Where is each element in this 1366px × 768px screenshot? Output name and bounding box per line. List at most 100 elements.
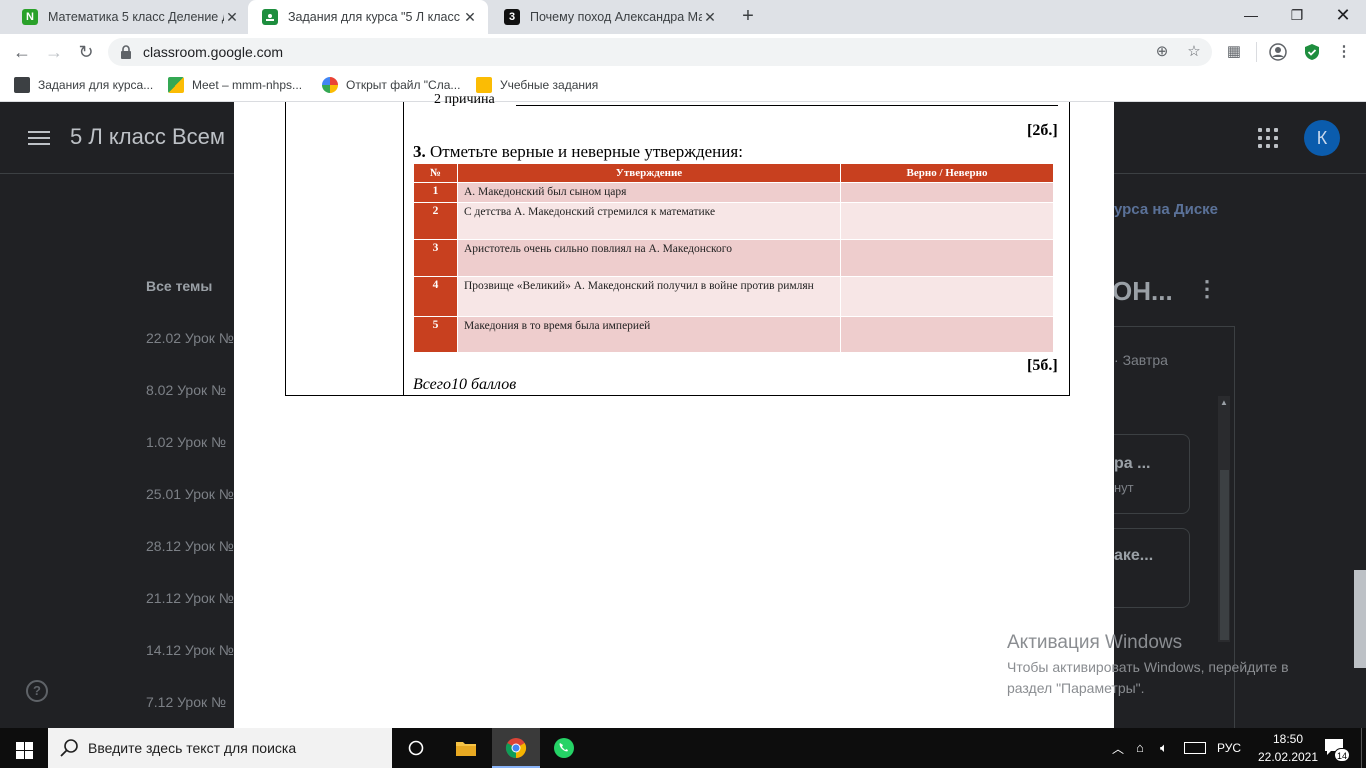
network-icon[interactable]: ⌂ bbox=[1136, 740, 1144, 755]
topic-item[interactable]: 25.01 Урок № bbox=[146, 486, 234, 502]
topic-item[interactable]: 14.12 Урок № bbox=[146, 642, 234, 658]
menu-icon[interactable] bbox=[28, 128, 50, 148]
tray-chevron-icon[interactable]: ︿ bbox=[1112, 740, 1124, 757]
row-number: 2 bbox=[413, 202, 458, 240]
bookmark-label: Meet – mmm-nhps... bbox=[192, 78, 303, 92]
close-window-button[interactable]: ✕ bbox=[1320, 0, 1366, 30]
help-icon[interactable]: ? bbox=[26, 680, 48, 702]
close-icon[interactable]: ✕ bbox=[224, 9, 240, 26]
back-button[interactable]: ← bbox=[10, 41, 34, 63]
tab-favicon: N bbox=[22, 9, 38, 25]
zoom-icon[interactable]: ⊕ bbox=[1152, 43, 1172, 61]
drive-folder-link[interactable]: урса на Диске bbox=[1114, 201, 1218, 218]
points-label: [2б.] bbox=[1027, 122, 1058, 139]
bookmark-label: Задания для курса... bbox=[38, 78, 154, 92]
activation-watermark-text: Чтобы активировать Windows, перейдите в … bbox=[1007, 659, 1289, 696]
scroll-up-icon[interactable]: ▲ bbox=[1219, 398, 1229, 407]
table-row: 2 С детства А. Македонский стремился к м… bbox=[413, 202, 1054, 240]
bookmark-label: Открыт файл "Сла... bbox=[346, 78, 461, 92]
more-vert-icon[interactable]: ⋮ bbox=[1196, 278, 1218, 300]
row-answer-cell bbox=[840, 182, 1054, 203]
show-desktop-button[interactable] bbox=[1361, 728, 1366, 768]
forward-button[interactable]: → bbox=[42, 41, 66, 63]
lock-icon[interactable] bbox=[120, 45, 132, 59]
upcoming-card-title: ра ... bbox=[1114, 455, 1151, 472]
course-title[interactable]: 5 Л класс Всем bbox=[70, 124, 225, 150]
upcoming-card[interactable] bbox=[1114, 528, 1190, 608]
table-header-row: № Утверждение Верно / Неверно bbox=[413, 163, 1054, 183]
row-number: 5 bbox=[413, 316, 458, 353]
topic-item[interactable]: 7.12 Урок № bbox=[146, 694, 226, 710]
upcoming-card-sub: нут bbox=[1114, 480, 1134, 495]
topic-item[interactable]: 8.02 Урок № bbox=[146, 382, 226, 398]
due-tomorrow-label: · Завтра bbox=[1114, 352, 1168, 368]
topic-item[interactable]: 1.02 Урок № bbox=[146, 434, 226, 450]
apps-grid-icon[interactable] bbox=[1258, 128, 1278, 148]
row-answer-cell bbox=[840, 239, 1054, 277]
row-statement: Македония в то время была империей bbox=[457, 316, 841, 353]
tab-math[interactable]: N Математика 5 класс Деление де ✕ bbox=[8, 0, 250, 34]
bookmark-item[interactable]: Задания для курса... bbox=[14, 77, 153, 93]
avatar[interactable]: К bbox=[1304, 120, 1340, 156]
assignment-heading: ОН... bbox=[1112, 276, 1173, 306]
upcoming-card[interactable] bbox=[1114, 434, 1190, 514]
clock-time[interactable]: 18:50 bbox=[1258, 732, 1318, 746]
extension-icon[interactable]: ▦ bbox=[1224, 43, 1244, 61]
tab-favicon: 3 bbox=[504, 9, 520, 25]
bookmark-star-icon[interactable]: ☆ bbox=[1184, 43, 1204, 61]
clock-date[interactable]: 22.02.2021 bbox=[1248, 750, 1328, 764]
question-text: Отметьте верные и неверные утверждения: bbox=[430, 142, 743, 161]
minimize-button[interactable]: — bbox=[1228, 0, 1274, 30]
tab-classroom[interactable]: Задания для курса "5 Л класс Вс ✕ bbox=[248, 0, 488, 34]
col-header-number: № bbox=[413, 163, 458, 183]
topic-item[interactable]: 22.02 Урок № bbox=[146, 330, 234, 346]
cut-off-line-text: 2 причина bbox=[434, 92, 495, 107]
question-title: 3. Отметьте верные и неверные утверждени… bbox=[413, 142, 743, 162]
windows-start-icon[interactable] bbox=[0, 728, 48, 768]
menu-dots-icon[interactable]: ⋮ bbox=[1334, 43, 1354, 61]
tab-title: Математика 5 класс Деление де bbox=[48, 10, 224, 24]
points-label: [5б.] bbox=[1027, 357, 1058, 374]
all-topics-link[interactable]: Все темы bbox=[146, 278, 212, 294]
file-explorer-icon[interactable] bbox=[442, 728, 490, 768]
whatsapp-icon[interactable] bbox=[540, 728, 588, 768]
close-icon[interactable]: ✕ bbox=[462, 9, 478, 26]
col-header-statement: Утверждение bbox=[457, 163, 841, 183]
meet-icon bbox=[168, 77, 184, 93]
page-scrollbar-thumb[interactable] bbox=[1354, 570, 1366, 668]
answer-line bbox=[516, 105, 1058, 106]
row-statement: С детства А. Македонский стремился к мат… bbox=[457, 202, 841, 240]
shield-extension-icon[interactable] bbox=[1302, 43, 1322, 61]
bookmark-item[interactable]: Учебные задания bbox=[476, 77, 598, 93]
toolbar-divider bbox=[1256, 42, 1257, 62]
panel-scroll-thumb[interactable] bbox=[1220, 470, 1229, 640]
topic-item[interactable]: 28.12 Урок № bbox=[146, 538, 234, 554]
row-number: 4 bbox=[413, 276, 458, 317]
row-number: 1 bbox=[413, 182, 458, 203]
row-statement: Прозвище «Великий» А. Македонский получи… bbox=[457, 276, 841, 317]
task-view-icon[interactable] bbox=[392, 728, 440, 768]
close-icon[interactable]: ✕ bbox=[702, 9, 718, 26]
due-tomorrow-text: Завтра bbox=[1122, 352, 1168, 368]
chrome-taskbar-icon[interactable] bbox=[492, 728, 540, 768]
row-answer-cell bbox=[840, 316, 1054, 353]
bookmark-item[interactable]: Meet – mmm-nhps... bbox=[168, 77, 302, 93]
restore-button[interactable]: ❐ bbox=[1274, 0, 1320, 30]
table-row: 4 Прозвище «Великий» А. Македонский полу… bbox=[413, 276, 1054, 317]
row-statement: Аристотель очень сильно повлиял на А. Ма… bbox=[457, 239, 841, 277]
reload-button[interactable]: ↻ bbox=[74, 41, 98, 63]
row-number: 3 bbox=[413, 239, 458, 277]
classroom-icon bbox=[262, 9, 278, 25]
profile-icon[interactable] bbox=[1268, 43, 1288, 61]
assignments-icon bbox=[476, 77, 492, 93]
topic-item[interactable]: 21.12 Урок № bbox=[146, 590, 234, 606]
keyboard-icon[interactable] bbox=[1184, 742, 1206, 754]
tab-title: Задания для курса "5 Л класс Вс bbox=[288, 10, 462, 24]
question-number: 3. bbox=[413, 142, 426, 161]
bookmark-item[interactable]: Открыт файл "Сла... bbox=[322, 77, 460, 93]
new-tab-button[interactable]: + bbox=[736, 5, 760, 29]
row-answer-cell bbox=[840, 202, 1054, 240]
tab-alexander[interactable]: 3 Почему поход Александра Мак ✕ bbox=[490, 0, 728, 34]
language-indicator[interactable]: РУС bbox=[1217, 741, 1241, 755]
volume-icon[interactable]: 🔈︎ bbox=[1160, 740, 1168, 756]
